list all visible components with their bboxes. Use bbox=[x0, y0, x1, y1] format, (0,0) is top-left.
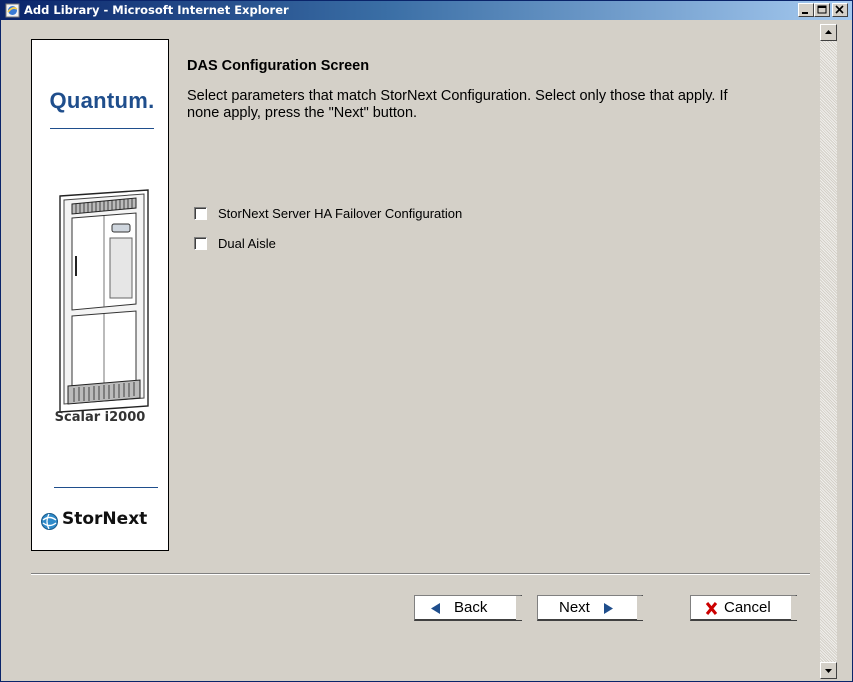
button-area-divider bbox=[31, 573, 810, 575]
button-cap bbox=[791, 596, 797, 620]
title-bar[interactable]: Add Library - Microsoft Internet Explore… bbox=[1, 1, 852, 20]
button-cap bbox=[637, 596, 643, 620]
next-label: Next bbox=[559, 599, 590, 616]
next-button[interactable]: Next bbox=[537, 595, 643, 621]
window-title: Add Library - Microsoft Internet Explore… bbox=[24, 3, 289, 17]
internet-explorer-icon bbox=[5, 3, 20, 18]
instruction-text: Select parameters that match StorNext Co… bbox=[187, 88, 728, 121]
product-sidebar: Quantum. Scalar i2000 StorNext bbox=[31, 39, 169, 551]
cancel-label: Cancel bbox=[724, 599, 771, 616]
library-cabinet-image bbox=[59, 189, 149, 413]
page-title: DAS Configuration Screen bbox=[187, 58, 370, 74]
maximize-icon bbox=[817, 5, 827, 14]
stornext-globe-icon bbox=[41, 513, 58, 530]
browser-window: Add Library - Microsoft Internet Explore… bbox=[0, 0, 853, 682]
stornext-logo: StorNext bbox=[40, 509, 164, 533]
ha-failover-label[interactable]: StorNext Server HA Failover Configuratio… bbox=[218, 206, 462, 222]
sidebar-divider bbox=[54, 487, 158, 488]
cancel-button[interactable]: Cancel bbox=[690, 595, 797, 621]
product-name-label: Scalar i2000 bbox=[54, 410, 146, 425]
back-arrow-icon bbox=[431, 602, 440, 614]
stornext-brand-text: StorNext bbox=[62, 509, 148, 529]
dual-aisle-label[interactable]: Dual Aisle bbox=[218, 236, 276, 252]
minimize-icon bbox=[802, 12, 808, 14]
back-button[interactable]: Back bbox=[414, 595, 522, 621]
vertical-scrollbar[interactable] bbox=[820, 24, 837, 679]
scroll-up-button[interactable] bbox=[820, 24, 837, 41]
scroll-down-button[interactable] bbox=[820, 662, 837, 679]
scroll-up-arrow-icon bbox=[825, 30, 832, 34]
ha-failover-checkbox[interactable] bbox=[194, 207, 207, 220]
sidebar-divider bbox=[50, 128, 154, 129]
maximize-button[interactable] bbox=[814, 3, 830, 17]
close-icon bbox=[835, 5, 844, 14]
close-button[interactable] bbox=[832, 3, 848, 17]
next-arrow-icon bbox=[603, 602, 613, 614]
quantum-logo: Quantum. bbox=[49, 88, 155, 113]
minimize-button[interactable] bbox=[798, 3, 814, 17]
dual-aisle-checkbox[interactable] bbox=[194, 237, 207, 250]
cancel-x-icon bbox=[705, 601, 718, 615]
button-cap bbox=[516, 596, 522, 620]
back-label: Back bbox=[454, 599, 488, 616]
scroll-down-arrow-icon bbox=[825, 669, 832, 673]
